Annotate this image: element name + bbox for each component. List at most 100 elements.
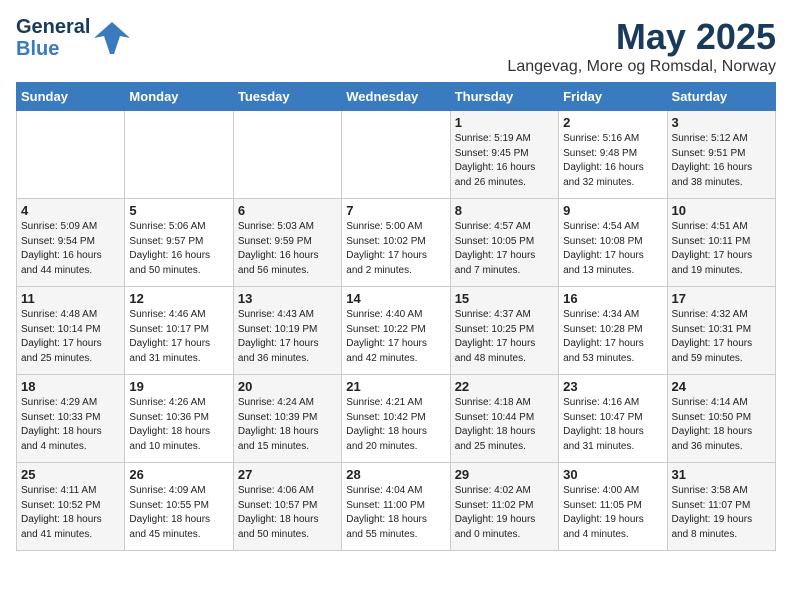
- day-number: 28: [346, 467, 445, 482]
- day-info: Sunrise: 5:19 AM Sunset: 9:45 PM Dayligh…: [455, 132, 554, 190]
- header-saturday: Saturday: [667, 83, 775, 111]
- day-info: Sunrise: 4:43 AM Sunset: 10:19 PM Daylig…: [238, 308, 337, 366]
- calendar-cell: 24 Sunrise: 4:14 AM Sunset: 10:50 PM Dayl…: [667, 375, 775, 463]
- calendar-cell: 4 Sunrise: 5:09 AM Sunset: 9:54 PM Daylig…: [17, 199, 125, 287]
- calendar-cell: [17, 111, 125, 199]
- logo: General Blue: [16, 16, 130, 60]
- header-thursday: Thursday: [450, 83, 558, 111]
- day-info: Sunrise: 4:46 AM Sunset: 10:17 PM Daylig…: [129, 308, 228, 366]
- day-number: 6: [238, 203, 337, 218]
- calendar-table: SundayMondayTuesdayWednesdayThursdayFrid…: [16, 82, 776, 551]
- day-number: 18: [21, 379, 120, 394]
- calendar-week-2: 4 Sunrise: 5:09 AM Sunset: 9:54 PM Daylig…: [17, 199, 776, 287]
- calendar-cell: 5 Sunrise: 5:06 AM Sunset: 9:57 PM Daylig…: [125, 199, 233, 287]
- day-info: Sunrise: 5:06 AM Sunset: 9:57 PM Dayligh…: [129, 220, 228, 278]
- day-number: 9: [563, 203, 662, 218]
- day-number: 1: [455, 115, 554, 130]
- day-info: Sunrise: 5:12 AM Sunset: 9:51 PM Dayligh…: [672, 132, 771, 190]
- day-info: Sunrise: 4:32 AM Sunset: 10:31 PM Daylig…: [672, 308, 771, 366]
- day-number: 11: [21, 291, 120, 306]
- day-info: Sunrise: 5:00 AM Sunset: 10:02 PM Daylig…: [346, 220, 445, 278]
- day-info: Sunrise: 4:09 AM Sunset: 10:55 PM Daylig…: [129, 484, 228, 542]
- day-number: 3: [672, 115, 771, 130]
- day-number: 16: [563, 291, 662, 306]
- day-info: Sunrise: 4:40 AM Sunset: 10:22 PM Daylig…: [346, 308, 445, 366]
- header-friday: Friday: [559, 83, 667, 111]
- day-info: Sunrise: 4:34 AM Sunset: 10:28 PM Daylig…: [563, 308, 662, 366]
- day-info: Sunrise: 4:29 AM Sunset: 10:33 PM Daylig…: [21, 396, 120, 454]
- calendar-header-row: SundayMondayTuesdayWednesdayThursdayFrid…: [17, 83, 776, 111]
- calendar-cell: 9 Sunrise: 4:54 AM Sunset: 10:08 PM Dayli…: [559, 199, 667, 287]
- calendar-cell: 13 Sunrise: 4:43 AM Sunset: 10:19 PM Dayl…: [233, 287, 341, 375]
- day-number: 31: [672, 467, 771, 482]
- day-number: 19: [129, 379, 228, 394]
- day-info: Sunrise: 5:03 AM Sunset: 9:59 PM Dayligh…: [238, 220, 337, 278]
- calendar-cell: 14Sunrise: 4:40 AM Sunset: 10:22 PM Dayl…: [342, 287, 450, 375]
- day-info: Sunrise: 4:00 AM Sunset: 11:05 PM Daylig…: [563, 484, 662, 542]
- header-tuesday: Tuesday: [233, 83, 341, 111]
- day-info: Sunrise: 3:58 AM Sunset: 11:07 PM Daylig…: [672, 484, 771, 542]
- calendar-cell: 15Sunrise: 4:37 AM Sunset: 10:25 PM Dayl…: [450, 287, 558, 375]
- day-info: Sunrise: 4:24 AM Sunset: 10:39 PM Daylig…: [238, 396, 337, 454]
- day-info: Sunrise: 4:18 AM Sunset: 10:44 PM Daylig…: [455, 396, 554, 454]
- day-number: 7: [346, 203, 445, 218]
- day-number: 24: [672, 379, 771, 394]
- logo-bird-icon: [94, 18, 130, 54]
- day-number: 17: [672, 291, 771, 306]
- day-number: 5: [129, 203, 228, 218]
- day-info: Sunrise: 4:54 AM Sunset: 10:08 PM Daylig…: [563, 220, 662, 278]
- calendar-cell: 11 Sunrise: 4:48 AM Sunset: 10:14 PM Dayl…: [17, 287, 125, 375]
- calendar-cell: 21Sunrise: 4:21 AM Sunset: 10:42 PM Dayl…: [342, 375, 450, 463]
- calendar-week-1: 1 Sunrise: 5:19 AM Sunset: 9:45 PM Daylig…: [17, 111, 776, 199]
- day-number: 29: [455, 467, 554, 482]
- day-info: Sunrise: 4:16 AM Sunset: 10:47 PM Daylig…: [563, 396, 662, 454]
- month-title: May 2025: [507, 16, 776, 58]
- calendar-cell: 16 Sunrise: 4:34 AM Sunset: 10:28 PM Dayl…: [559, 287, 667, 375]
- calendar-cell: 12 Sunrise: 4:46 AM Sunset: 10:17 PM Dayl…: [125, 287, 233, 375]
- calendar-cell: 10Sunrise: 4:51 AM Sunset: 10:11 PM Dayl…: [667, 199, 775, 287]
- location-title: Langevag, More og Romsdal, Norway: [507, 58, 776, 76]
- day-number: 8: [455, 203, 554, 218]
- day-info: Sunrise: 4:02 AM Sunset: 11:02 PM Daylig…: [455, 484, 554, 542]
- day-info: Sunrise: 4:04 AM Sunset: 11:00 PM Daylig…: [346, 484, 445, 542]
- header-wednesday: Wednesday: [342, 83, 450, 111]
- calendar-cell: 17 Sunrise: 4:32 AM Sunset: 10:31 PM Dayl…: [667, 287, 775, 375]
- calendar-cell: 2 Sunrise: 5:16 AM Sunset: 9:48 PM Daylig…: [559, 111, 667, 199]
- calendar-week-5: 25 Sunrise: 4:11 AM Sunset: 10:52 PM Dayl…: [17, 463, 776, 551]
- calendar-cell: 18 Sunrise: 4:29 AM Sunset: 10:33 PM Dayl…: [17, 375, 125, 463]
- calendar-cell: [125, 111, 233, 199]
- calendar-cell: 29 Sunrise: 4:02 AM Sunset: 11:02 PM Dayl…: [450, 463, 558, 551]
- logo-blue: Blue: [16, 38, 90, 60]
- day-number: 27: [238, 467, 337, 482]
- logo-general: General: [16, 16, 90, 38]
- calendar-cell: 26 Sunrise: 4:09 AM Sunset: 10:55 PM Dayl…: [125, 463, 233, 551]
- calendar-week-4: 18 Sunrise: 4:29 AM Sunset: 10:33 PM Dayl…: [17, 375, 776, 463]
- day-number: 30: [563, 467, 662, 482]
- day-number: 25: [21, 467, 120, 482]
- day-number: 4: [21, 203, 120, 218]
- title-block: May 2025 Langevag, More og Romsdal, Norw…: [507, 16, 776, 76]
- day-number: 13: [238, 291, 337, 306]
- day-info: Sunrise: 4:21 AM Sunset: 10:42 PM Daylig…: [346, 396, 445, 454]
- day-info: Sunrise: 4:06 AM Sunset: 10:57 PM Daylig…: [238, 484, 337, 542]
- day-info: Sunrise: 4:48 AM Sunset: 10:14 PM Daylig…: [21, 308, 120, 366]
- calendar-cell: 6 Sunrise: 5:03 AM Sunset: 9:59 PM Daylig…: [233, 199, 341, 287]
- calendar-cell: 8 Sunrise: 4:57 AM Sunset: 10:05 PM Dayli…: [450, 199, 558, 287]
- day-info: Sunrise: 4:26 AM Sunset: 10:36 PM Daylig…: [129, 396, 228, 454]
- calendar-cell: 25 Sunrise: 4:11 AM Sunset: 10:52 PM Dayl…: [17, 463, 125, 551]
- calendar-cell: [233, 111, 341, 199]
- header-monday: Monday: [125, 83, 233, 111]
- day-number: 2: [563, 115, 662, 130]
- day-info: Sunrise: 5:16 AM Sunset: 9:48 PM Dayligh…: [563, 132, 662, 190]
- day-info: Sunrise: 4:14 AM Sunset: 10:50 PM Daylig…: [672, 396, 771, 454]
- day-number: 12: [129, 291, 228, 306]
- day-info: Sunrise: 4:57 AM Sunset: 10:05 PM Daylig…: [455, 220, 554, 278]
- day-number: 26: [129, 467, 228, 482]
- day-number: 20: [238, 379, 337, 394]
- calendar-cell: 20 Sunrise: 4:24 AM Sunset: 10:39 PM Dayl…: [233, 375, 341, 463]
- day-info: Sunrise: 5:09 AM Sunset: 9:54 PM Dayligh…: [21, 220, 120, 278]
- day-number: 15: [455, 291, 554, 306]
- day-number: 22: [455, 379, 554, 394]
- day-info: Sunrise: 4:11 AM Sunset: 10:52 PM Daylig…: [21, 484, 120, 542]
- page-header: General Blue May 2025 Langevag, More og …: [16, 16, 776, 76]
